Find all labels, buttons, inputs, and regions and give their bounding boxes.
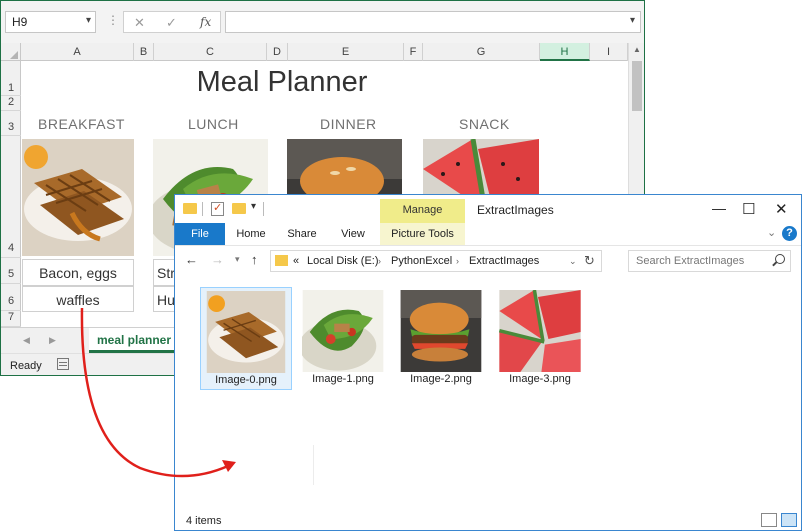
- toolbar-separator: [263, 202, 264, 216]
- chevron-down-icon[interactable]: ⌄: [569, 256, 577, 267]
- breadcrumb-local-disk[interactable]: Local Disk (E:): [307, 255, 379, 267]
- row-header-2[interactable]: 2: [1, 96, 21, 111]
- column-header-a[interactable]: A: [21, 43, 134, 61]
- select-all-button[interactable]: [1, 43, 21, 61]
- column-headers: A B C D E F G H I: [1, 43, 644, 61]
- row-header-5[interactable]: 5: [1, 258, 21, 284]
- customize-toolbar-icon[interactable]: ▾: [251, 201, 256, 212]
- window-title: ExtractImages: [477, 203, 554, 217]
- column-header-c[interactable]: C: [154, 43, 267, 61]
- minimize-icon[interactable]: —: [712, 200, 726, 216]
- breadcrumb-extractimages[interactable]: ExtractImages: [469, 255, 539, 267]
- formula-bar-grip[interactable]: ⋮: [107, 13, 119, 27]
- tab-prev-icon[interactable]: ◀: [23, 335, 30, 346]
- file-item-image-0[interactable]: Image-0.png: [200, 287, 292, 390]
- column-header-e[interactable]: E: [288, 43, 404, 61]
- pane-divider: [313, 445, 314, 485]
- chevron-right-icon[interactable]: ›: [456, 256, 459, 266]
- function-icon[interactable]: fx: [200, 15, 211, 29]
- file-name: Image-0.png: [215, 374, 277, 386]
- help-icon[interactable]: ?: [782, 226, 797, 241]
- refresh-icon[interactable]: ↻: [584, 253, 595, 269]
- manage-tab[interactable]: Manage: [380, 199, 465, 223]
- maximize-icon[interactable]: ☐: [742, 200, 755, 218]
- properties-icon[interactable]: ✓: [211, 202, 224, 216]
- folder-icon[interactable]: [183, 203, 197, 214]
- file-item-image-1[interactable]: Image-1.png: [298, 287, 390, 390]
- meal-label-snack: SNACK: [459, 116, 510, 132]
- row-header-6[interactable]: 6: [1, 284, 21, 311]
- tab-file[interactable]: File: [175, 223, 225, 245]
- ribbon-tabs: File Home Share View Picture Tools ⌄ ?: [175, 223, 801, 245]
- formula-bar: H9 ▾ ⋮ ✕ ✓ fx ▾: [1, 1, 644, 43]
- recent-locations-icon[interactable]: ▾: [235, 254, 240, 265]
- column-header-g[interactable]: G: [423, 43, 540, 61]
- column-header-f[interactable]: F: [404, 43, 423, 61]
- search-placeholder: Search ExtractImages: [636, 255, 745, 267]
- formula-buttons: ✕ ✓ fx: [123, 11, 221, 33]
- toolbar-separator: [202, 202, 203, 216]
- back-arrow-icon[interactable]: ←: [185, 252, 198, 267]
- new-folder-icon[interactable]: [232, 203, 246, 214]
- file-name: Image-3.png: [509, 373, 571, 385]
- scroll-up-icon[interactable]: ▲: [633, 45, 641, 54]
- row-header-3[interactable]: 3: [1, 111, 21, 136]
- close-icon[interactable]: ✕: [775, 200, 788, 218]
- check-icon[interactable]: ✓: [166, 15, 177, 31]
- file-item-image-3[interactable]: Image-3.png: [495, 287, 587, 390]
- file-item-image-2[interactable]: Image-2.png: [396, 287, 488, 390]
- chevron-down-icon[interactable]: ▾: [630, 15, 635, 26]
- formula-input[interactable]: ▾: [225, 11, 641, 33]
- waffle-image[interactable]: [22, 139, 134, 256]
- file-name: Image-1.png: [312, 373, 374, 385]
- file-name: Image-2.png: [410, 373, 472, 385]
- image-thumbnail: [499, 290, 581, 372]
- address-bar-row: ← → ▾ ↑ « Local Disk (E:) › PythonExcel …: [175, 245, 801, 275]
- tab-home[interactable]: Home: [232, 223, 270, 245]
- name-box-value: H9: [12, 15, 28, 29]
- explorer-window: ✓ ▾ Manage ExtractImages — ☐ ✕ File Home…: [174, 194, 802, 531]
- meal-label-dinner: DINNER: [320, 116, 377, 132]
- row-header-4[interactable]: 4: [1, 136, 21, 258]
- folder-icon: [275, 255, 288, 266]
- tab-picture-tools[interactable]: Picture Tools: [380, 223, 465, 245]
- sheet-title: Meal Planner: [196, 66, 368, 98]
- column-header-d[interactable]: D: [267, 43, 288, 61]
- image-thumbnail: [302, 290, 384, 372]
- scroll-thumb[interactable]: [632, 61, 642, 111]
- image-thumbnail: [205, 291, 287, 373]
- row-header-1[interactable]: 1: [1, 61, 21, 96]
- cancel-icon[interactable]: ✕: [134, 15, 145, 31]
- name-box[interactable]: H9 ▾: [5, 11, 96, 33]
- row-header-7[interactable]: 7: [1, 311, 21, 327]
- meal-label-lunch: LUNCH: [188, 116, 239, 132]
- details-view-icon[interactable]: [761, 513, 777, 527]
- expand-ribbon-icon[interactable]: ⌄: [767, 226, 776, 239]
- tab-view[interactable]: View: [335, 223, 371, 245]
- tab-next-icon[interactable]: ▶: [49, 335, 56, 346]
- breadcrumb-pythonexcel[interactable]: PythonExcel: [391, 255, 452, 267]
- column-header-i[interactable]: I: [590, 43, 628, 61]
- macro-recording-icon[interactable]: [57, 358, 69, 370]
- search-input[interactable]: Search ExtractImages: [628, 250, 791, 272]
- search-icon[interactable]: [775, 254, 785, 264]
- row-headers: 1 2 3 4 5 6 7: [1, 61, 21, 327]
- cell-a5[interactable]: Bacon, eggs: [22, 259, 134, 286]
- address-prefix[interactable]: «: [293, 255, 299, 267]
- status-text: Ready: [10, 360, 42, 372]
- column-header-b[interactable]: B: [134, 43, 154, 61]
- sheet-tab-meal-planner[interactable]: meal planner: [89, 328, 179, 353]
- up-arrow-icon[interactable]: ↑: [251, 252, 258, 267]
- cell-a6[interactable]: waffles: [22, 286, 134, 312]
- chevron-down-icon[interactable]: ▾: [86, 15, 91, 26]
- column-header-h[interactable]: H: [540, 43, 590, 61]
- large-icons-view-icon[interactable]: [781, 513, 797, 527]
- tab-share[interactable]: Share: [283, 223, 321, 245]
- address-bar[interactable]: « Local Disk (E:) › PythonExcel › Extrac…: [270, 250, 602, 272]
- item-count: 4 items: [186, 515, 222, 527]
- forward-arrow-icon[interactable]: →: [211, 252, 224, 267]
- meal-label-breakfast: BREAKFAST: [38, 116, 125, 132]
- image-thumbnail: [400, 290, 482, 372]
- chevron-right-icon[interactable]: ›: [378, 256, 381, 266]
